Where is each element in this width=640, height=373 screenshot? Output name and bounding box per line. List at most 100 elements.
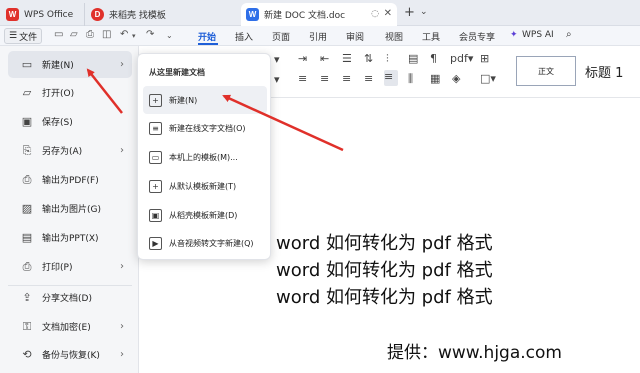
decrease-indent-icon[interactable]: ⇤ (320, 52, 329, 65)
popup-item-label: 从默认模板新建(T) (169, 181, 237, 191)
pdf-convert-icon[interactable]: pdf▾ (450, 52, 473, 65)
active-tab-indicator (198, 43, 218, 45)
file-menu-label: 分享文档(D) (42, 294, 92, 304)
search-icon[interactable]: ⌕ (566, 29, 572, 40)
file-menu-label: 保存(S) (42, 118, 73, 128)
file-menu-export-image[interactable]: ▨ 输出为图片(G) (8, 195, 132, 222)
tab-label: 来稻壳 找模板 (109, 11, 166, 21)
tab-view[interactable]: 视图 (385, 30, 403, 43)
tab-wps-office[interactable]: W WPS Office (6, 3, 80, 26)
paragraph-mark-icon[interactable]: ¶ (430, 52, 437, 65)
print-preview-icon[interactable]: ◫ (102, 29, 111, 40)
line-spacing-icon[interactable]: ☰ (342, 52, 352, 65)
file-menu-label: 文档加密(E) (42, 323, 91, 333)
style-normal[interactable]: 正文 (516, 56, 576, 86)
file-menu-save-as[interactable]: ⎘ 另存为(A) › (8, 137, 132, 164)
font-color-dropdown-icon[interactable]: ▾ (274, 73, 280, 86)
chinese-layout-icon[interactable]: ▤ (408, 52, 418, 65)
align-right-icon[interactable]: ≡ (342, 72, 351, 85)
tab-tools[interactable]: 工具 (422, 30, 440, 43)
distributed-align-icon[interactable]: ≡ (384, 70, 398, 86)
lock-icon: ⚿ (22, 319, 32, 333)
tab-home[interactable]: 开始 (198, 30, 216, 43)
style-heading-1[interactable]: 标题 1 (585, 62, 623, 81)
close-icon[interactable]: ✕ (384, 8, 392, 19)
file-menu-export-pdf[interactable]: ⎙ 输出为PDF(F) (8, 166, 132, 193)
tab-label: WPS Office (24, 9, 74, 20)
style-heading-1-label: 标题 1 (585, 66, 624, 81)
file-menu-label: 打开(O) (42, 89, 75, 99)
popup-title: 从这里新建文档 (149, 68, 205, 77)
text-direction-icon[interactable]: ⫶ (386, 52, 389, 66)
popup-item-new[interactable]: + 新建(N) (143, 86, 267, 114)
document-line: word 如何转化为 pdf 格式 (276, 233, 493, 254)
online-doc-icon: ≡ (149, 121, 162, 135)
new-doc-icon: ▭ (21, 58, 33, 71)
align-center-icon[interactable]: ≡ (320, 72, 329, 85)
chevron-down-icon[interactable]: ⌄ (420, 7, 428, 17)
borders-icon[interactable]: ⊞ (480, 52, 489, 65)
file-menu-new[interactable]: ▭ 新建(N) › (8, 51, 132, 78)
file-menu-backup[interactable]: ⟲ 备份与恢复(K) › (8, 341, 132, 368)
sort-icon[interactable]: ⇅ (364, 52, 373, 65)
justify-icon[interactable]: ≡ (364, 72, 373, 85)
font-size-dropdown-icon[interactable]: ▾ (274, 53, 280, 66)
tab-review[interactable]: 审阅 (346, 30, 364, 43)
cloud-status-icon[interactable]: ◌ (371, 9, 379, 19)
file-menu-encrypt[interactable]: ⚿ 文档加密(E) › (8, 313, 132, 340)
increase-indent-icon[interactable]: ⇥ (298, 52, 307, 65)
undo-dropdown-icon[interactable]: ▾ (132, 32, 136, 40)
share-icon: ⇪ (22, 291, 32, 304)
tab-wps-ai[interactable]: WPS AI (522, 30, 554, 40)
column-icon[interactable]: ⫼ (408, 72, 413, 86)
quick-access-more-icon[interactable]: ⌄ (166, 31, 173, 40)
file-menu-export-ppt[interactable]: ▤ 输出为PPT(X) (8, 224, 132, 251)
tab-references[interactable]: 引用 (309, 30, 327, 43)
align-left-icon[interactable]: ≡ (298, 72, 307, 85)
file-menu-label: 另存为(A) (42, 147, 83, 157)
chevron-right-icon: › (120, 145, 124, 156)
border-box-icon[interactable]: □▾ (480, 72, 496, 85)
file-menu-button[interactable]: ☰ 文件 (4, 28, 43, 44)
backup-icon: ⟲ (22, 348, 32, 361)
new-tab-icon[interactable]: + (404, 5, 415, 20)
popup-item-label: 本机上的模板(M)... (169, 152, 238, 162)
pdf-icon: ⎙ (22, 172, 32, 186)
daoke-template-icon: ▣ (149, 208, 162, 222)
popup-item-default-template[interactable]: + 从默认模板新建(T) (143, 172, 267, 200)
av-transcribe-icon: ▶ (149, 236, 162, 250)
new-file-icon[interactable]: ▭ (54, 29, 63, 40)
file-menu-label: 文件 (19, 32, 38, 43)
document-credit: 提供：www.hjga.com (387, 343, 562, 363)
wps-ai-icon: ✦ (510, 30, 518, 40)
folder-open-icon: ▱ (22, 86, 32, 99)
undo-icon[interactable]: ↶ (120, 29, 128, 40)
redo-icon[interactable]: ↷ (146, 29, 154, 40)
file-menu-panel: ▭ 新建(N) › ▱ 打开(O) ▣ 保存(S) ⎘ 另存为(A) › ⎙ 输… (0, 46, 139, 373)
open-folder-icon[interactable]: ▱ (70, 29, 78, 40)
ppt-icon: ▤ (21, 231, 33, 244)
popup-item-label: 新建(N) (169, 95, 198, 105)
shading-icon[interactable]: ◈ (452, 72, 460, 85)
print-icon[interactable]: ⎙ (86, 29, 94, 40)
default-template-icon: + (149, 179, 162, 193)
print-icon: ⎙ (22, 259, 32, 273)
tab-insert[interactable]: 插入 (235, 30, 253, 43)
hamburger-icon: ☰ (9, 31, 18, 41)
tab-member[interactable]: 会员专享 (459, 30, 495, 43)
popup-item-local-template[interactable]: ▭ 本机上的模板(M)... (143, 143, 267, 171)
title-tab-bar: W WPS Office D 来稻壳 找模板 W 新建 DOC 文档.doc ◌… (0, 0, 640, 26)
file-menu-print[interactable]: ⎙ 打印(P) › (8, 253, 132, 280)
popup-item-av-transcribe[interactable]: ▶ 从音视频转文字新建(Q) (143, 229, 267, 257)
tab-document[interactable]: W 新建 DOC 文档.doc ◌ ✕ (241, 3, 397, 26)
file-menu-save[interactable]: ▣ 保存(S) (8, 108, 132, 135)
tab-daoke[interactable]: D 来稻壳 找模板 (84, 3, 236, 26)
template-icon: ▭ (149, 150, 162, 164)
file-menu-share[interactable]: ⇪ 分享文档(D) (8, 284, 132, 311)
file-menu-open[interactable]: ▱ 打开(O) (8, 79, 132, 106)
popup-item-online-doc[interactable]: ≡ 新建在线文字文档(O) (143, 114, 267, 142)
table-icon[interactable]: ▦ (430, 72, 440, 85)
tab-page[interactable]: 页面 (272, 30, 290, 43)
popup-item-daoke-template[interactable]: ▣ 从稻壳模板新建(D) (143, 201, 267, 229)
popup-item-label: 从音视频转文字新建(Q) (169, 238, 254, 248)
